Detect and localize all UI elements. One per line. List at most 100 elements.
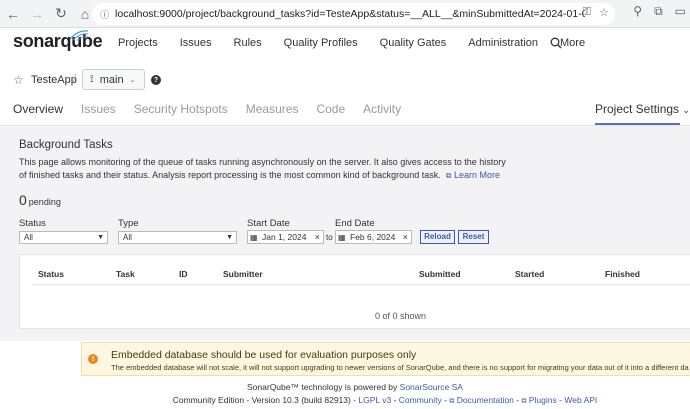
nav-quality-gates[interactable]: Quality Gates — [380, 37, 447, 49]
edition-text: Community Edition - Version 10.3 (build … — [172, 395, 357, 405]
tab-project-settings[interactable]: Project Settings ⌄ — [595, 102, 690, 116]
main-nav: Projects Issues Rules Quality Profiles Q… — [118, 37, 607, 49]
search-icon[interactable] — [550, 37, 562, 49]
web-api-link[interactable]: Web API — [564, 395, 597, 405]
reload-button[interactable]: Reload — [420, 230, 455, 244]
favorite-star-icon[interactable]: ☆ — [13, 73, 24, 87]
global-navigation: sonarqube Projects Issues Rules Quality … — [0, 28, 690, 58]
plugins-link[interactable]: ⧉ Plugins — [522, 395, 557, 405]
plugins-text: Plugins — [528, 395, 557, 405]
column-header-submitted: Submitted — [419, 269, 461, 279]
help-icon[interactable]: ? — [151, 75, 161, 85]
branch-icon: ⟟ — [90, 74, 94, 85]
active-tab-underline — [595, 123, 680, 125]
column-header-id: ID — [179, 269, 188, 279]
community-link[interactable]: Community — [399, 395, 442, 405]
column-header-task: Task — [116, 269, 135, 279]
nav-issues[interactable]: Issues — [180, 37, 212, 49]
calendar-icon: ▦ — [338, 233, 346, 242]
end-date-label: End Date — [335, 218, 375, 229]
address-bar[interactable]: ⓘ localhost:9000/project/background_task… — [92, 3, 615, 25]
column-header-finished: Finished — [605, 269, 640, 279]
branch-selector[interactable]: ⟟ main ⌄ — [82, 69, 145, 90]
sonarsource-link[interactable]: SonarSource SA — [400, 382, 463, 392]
caret-down-icon: ▼ — [226, 234, 233, 241]
tab-code[interactable]: Code — [316, 102, 345, 116]
refresh-icon[interactable]: ↻ — [50, 3, 72, 25]
start-date-input[interactable]: ▦ Jan 1, 2024 × — [247, 230, 324, 244]
column-header-status: Status — [38, 269, 64, 279]
main-content: Background Tasks This page allows monito… — [0, 126, 690, 341]
back-icon[interactable]: ← — [2, 3, 24, 25]
footer-separator: - — [393, 395, 397, 405]
column-header-started: Started — [515, 269, 545, 279]
chevron-down-icon: ⌄ — [682, 105, 690, 115]
extensions-icon[interactable]: ⧉ — [654, 4, 663, 19]
browser-toolbar: ← → ↻ ⌂ ⓘ localhost:9000/project/backgro… — [0, 0, 690, 28]
footer-separator: - — [559, 395, 562, 405]
end-date-input[interactable]: ▦ Feb 6, 2024 × — [335, 230, 412, 244]
extension-pin-icon[interactable]: ⚲ — [633, 4, 642, 19]
powered-by-text: SonarQube™ technology is powered by — [247, 382, 398, 392]
end-date-value: Feb 6, 2024 — [350, 232, 396, 242]
pending-count: 0 — [19, 192, 27, 208]
project-tabs: Overview Issues Security Hotspots Measur… — [13, 102, 419, 116]
sidebar-icon[interactable]: ▭ — [675, 4, 686, 19]
page-description: This page allows monitoring of the queue… — [19, 156, 509, 182]
footer-links: Community Edition - Version 10.3 (build … — [0, 395, 690, 406]
type-filter-label: Type — [118, 218, 139, 229]
reset-button[interactable]: Reset — [458, 230, 489, 244]
status-select[interactable]: All ▼ — [19, 231, 108, 244]
external-link-icon: ⧉ — [445, 170, 452, 180]
header-divider — [32, 284, 690, 285]
footer-separator: - — [444, 395, 447, 405]
column-header-submitter: Submitter — [223, 269, 263, 279]
warning-title: Embedded database should be used for eva… — [111, 349, 417, 361]
lgpl-link[interactable]: LGPL v3 — [358, 395, 391, 405]
tab-overview[interactable]: Overview — [13, 102, 63, 116]
site-info-icon[interactable]: ⓘ — [100, 8, 109, 21]
nav-rules[interactable]: Rules — [234, 37, 262, 49]
warning-icon: ! — [88, 354, 98, 364]
external-link-icon: ⧉ — [449, 398, 455, 405]
url-text[interactable]: localhost:9000/project/background_tasks?… — [115, 8, 585, 20]
nav-administration[interactable]: Administration — [468, 37, 538, 49]
footer-separator: - — [516, 395, 520, 405]
pending-label: pending — [28, 197, 61, 207]
project-settings-label: Project Settings — [595, 102, 680, 116]
tab-measures[interactable]: Measures — [246, 102, 299, 116]
branch-name: main — [99, 73, 124, 86]
project-name[interactable]: TesteApp — [31, 74, 77, 86]
embedded-db-warning: ! Embedded database should be used for e… — [81, 342, 690, 376]
nav-more[interactable]: More — [560, 37, 585, 49]
clear-icon[interactable]: × — [403, 231, 408, 243]
nav-projects[interactable]: Projects — [118, 37, 158, 49]
caret-down-icon: ▼ — [97, 234, 104, 241]
start-date-label: Start Date — [247, 218, 290, 229]
footer-powered-by: SonarQube™ technology is powered by Sona… — [0, 382, 690, 392]
bookmark-star-icon[interactable]: ☆ — [599, 6, 609, 19]
tab-security-hotspots[interactable]: Security Hotspots — [134, 102, 228, 116]
tab-activity[interactable]: Activity — [363, 102, 401, 116]
pending-summary: 0 pending — [19, 192, 61, 208]
results-count: 0 of 0 shown — [375, 311, 427, 321]
clear-icon[interactable]: × — [315, 231, 320, 243]
start-date-value: Jan 1, 2024 — [262, 232, 307, 242]
learn-more-text: Learn More — [453, 169, 501, 180]
calendar-icon: ▦ — [250, 233, 258, 242]
password-key-icon[interactable]: ⚿ — [583, 6, 591, 19]
project-header: ☆ TesteApp / ⟟ main ⌄ ? Overview Issues … — [0, 58, 690, 126]
documentation-text: Documentation — [456, 395, 514, 405]
status-select-value: All — [24, 233, 33, 242]
description-text: This page allows monitoring of the queue… — [19, 157, 506, 180]
forward-icon[interactable]: → — [26, 3, 48, 25]
page-title: Background Tasks — [19, 139, 113, 151]
date-range-to: to — [326, 233, 333, 242]
learn-more-link[interactable]: ⧉ Learn More — [443, 170, 500, 180]
nav-quality-profiles[interactable]: Quality Profiles — [284, 37, 358, 49]
tab-issues[interactable]: Issues — [81, 102, 116, 116]
external-link-icon: ⧉ — [521, 398, 527, 405]
type-select[interactable]: All ▼ — [118, 231, 237, 244]
documentation-link[interactable]: ⧉ Documentation — [449, 395, 514, 405]
type-select-value: All — [123, 233, 132, 242]
